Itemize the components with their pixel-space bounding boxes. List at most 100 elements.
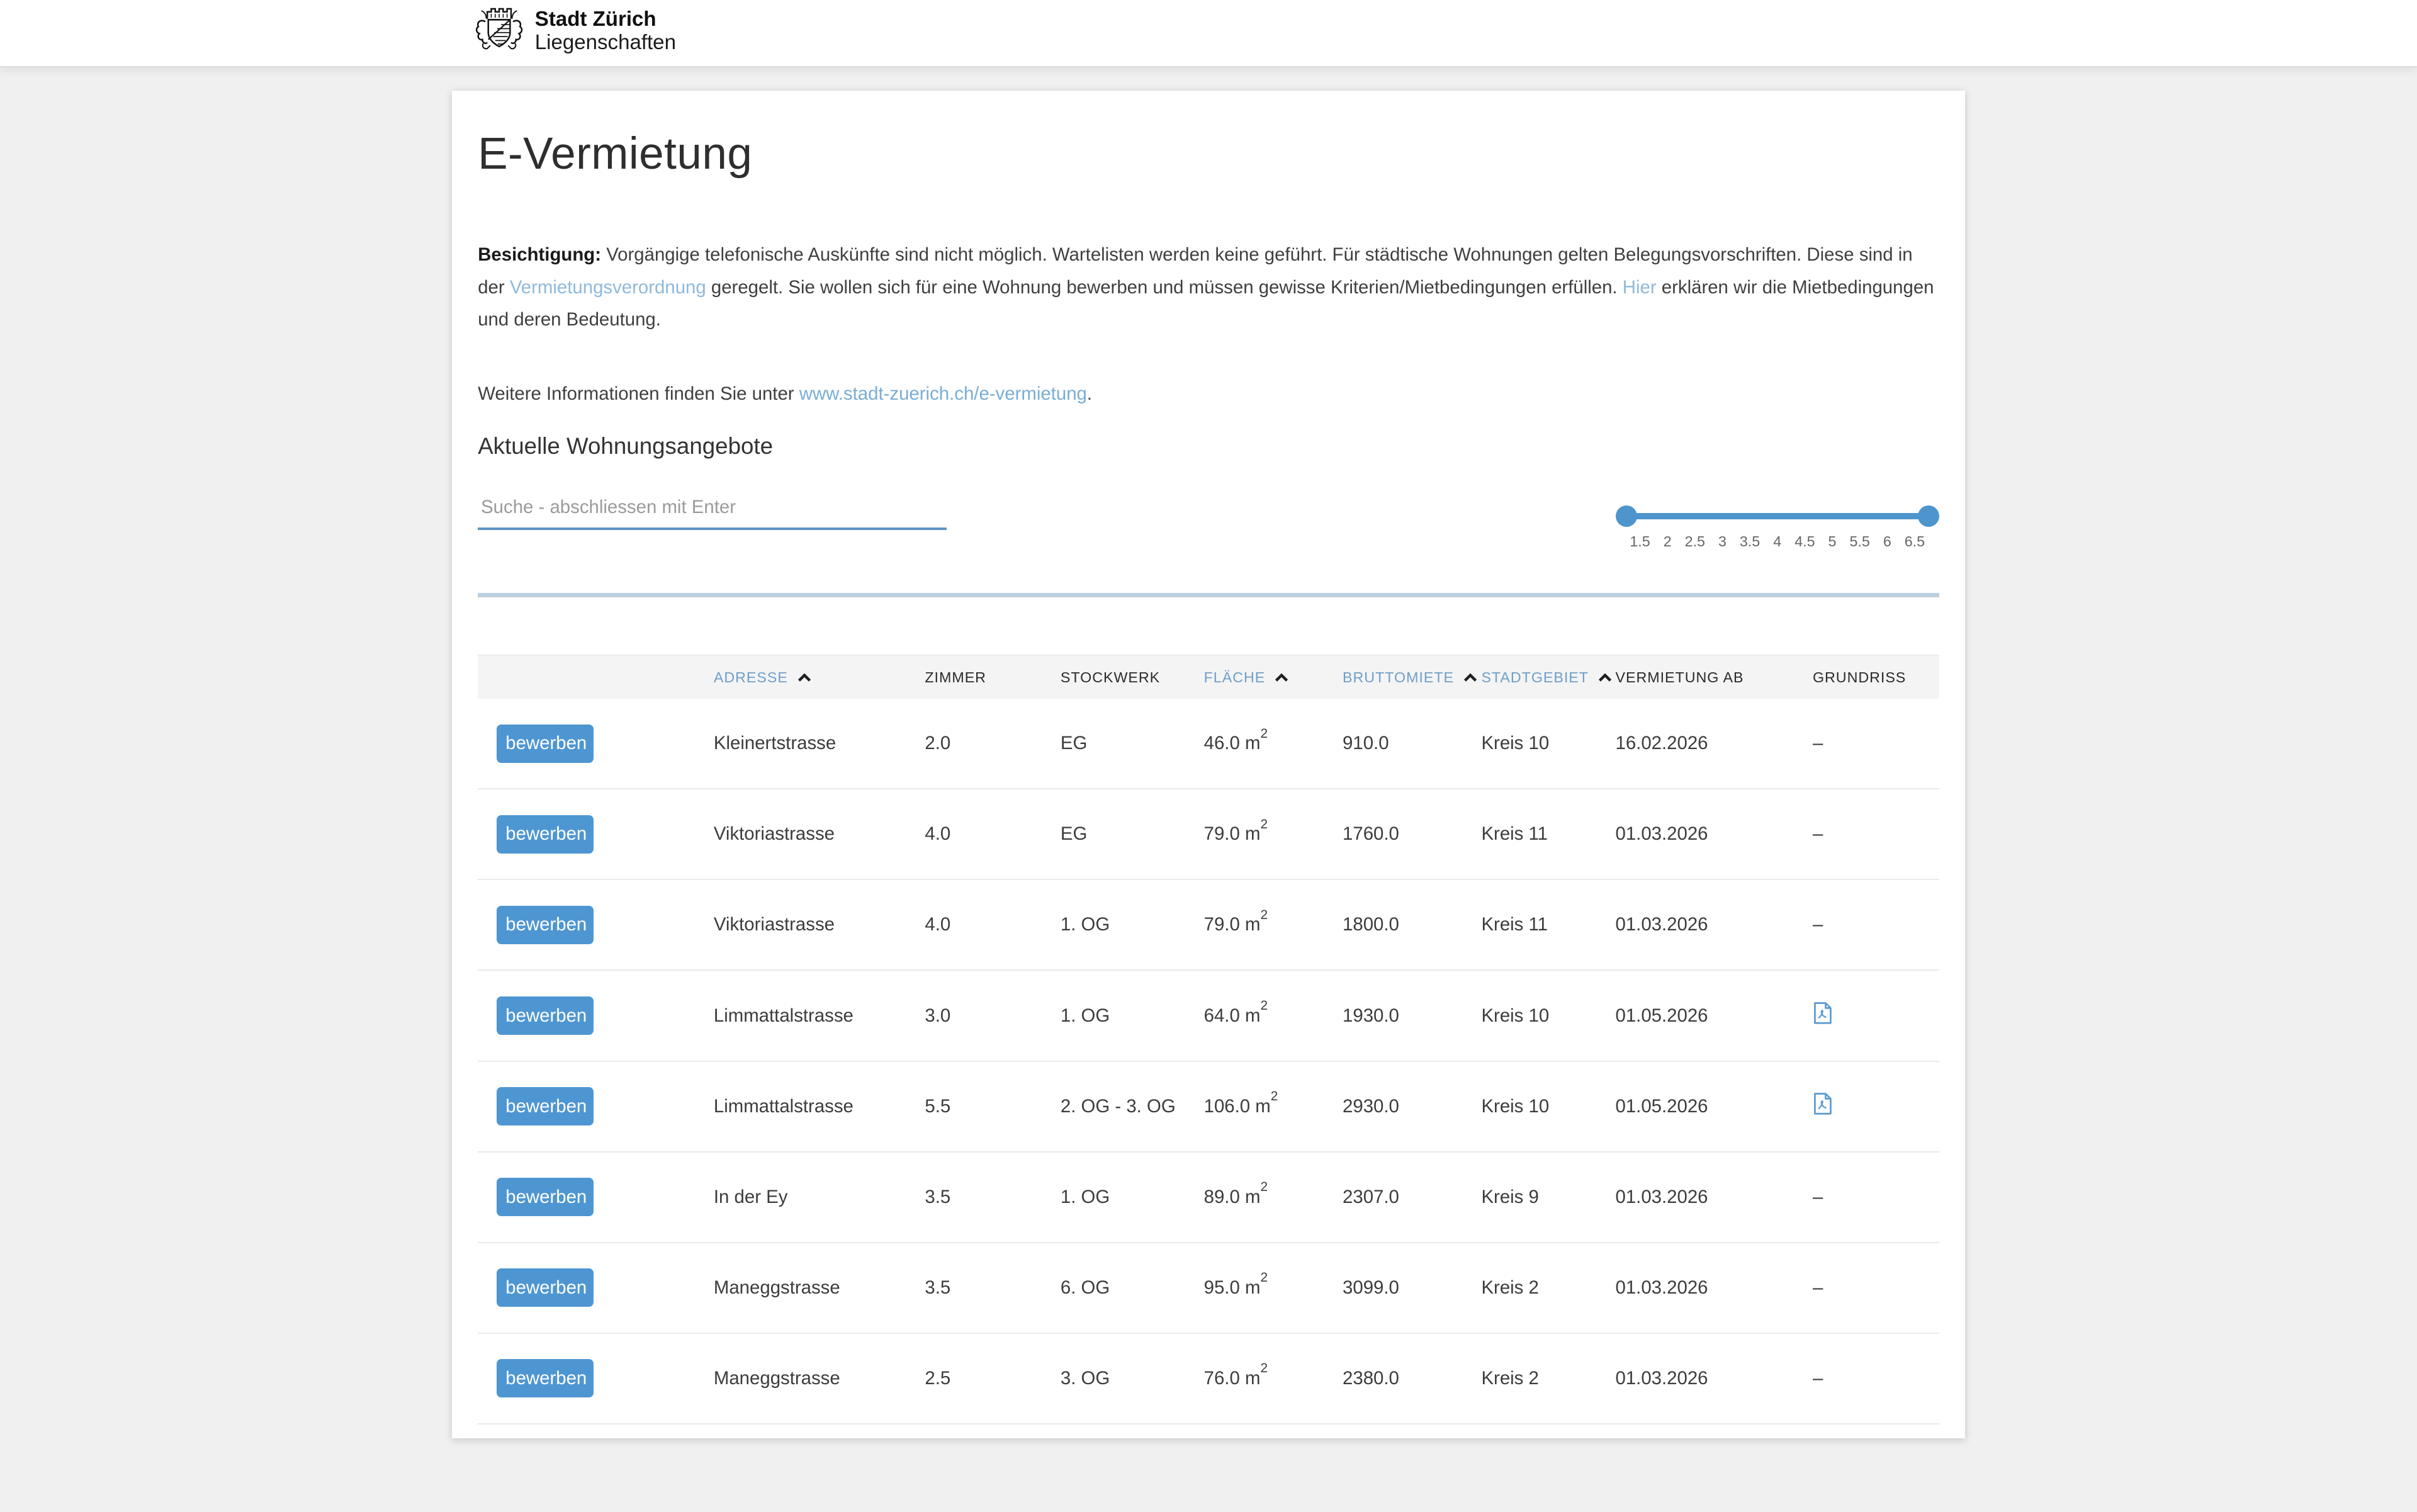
- no-floorplan-dash: –: [1812, 1367, 1823, 1389]
- more-info-suffix: .: [1086, 383, 1093, 404]
- table-row: bewerben Kleinertstrasse 2.0 EG 46.0 m2 910.0…: [478, 699, 1939, 790]
- brand-title: Stadt Zürich: [534, 8, 656, 31]
- cell-zimmer: 3.0: [925, 1005, 951, 1026]
- no-floorplan-dash: –: [1812, 1277, 1823, 1298]
- cell-stockwerk: 1. OG: [1060, 1186, 1110, 1207]
- cell-zimmer: 4.0: [925, 823, 951, 845]
- listings-table: ADRESSE ZIMMER STOCKWERK FLÄCHE BRUTTOMIETE S…: [478, 654, 1939, 1425]
- bewerben-button[interactable]: bewerben: [496, 1359, 594, 1398]
- bewerben-button[interactable]: bewerben: [496, 996, 594, 1035]
- cell-zimmer: 3.5: [925, 1277, 951, 1298]
- stadt-zuerich-logo: [476, 8, 523, 50]
- slider-tick-label: 5.5: [1849, 533, 1870, 550]
- vermietungsverordnung-link[interactable]: Vermietungsverordnung: [510, 277, 706, 298]
- brand-text: Stadt Zürich Liegenschaften: [535, 7, 676, 55]
- intro-paragraph: Besichtigung: Vorgängige telefonische Au…: [478, 239, 1939, 336]
- slider-labels: 1.5 2 2.5 3 3.5 4 4.5 5 5.5 6 6.5: [1626, 533, 1929, 550]
- cell-vermietung-ab: 01.05.2026: [1615, 1005, 1708, 1026]
- cell-flaeche: 79.0 m2: [1203, 817, 1268, 845]
- bewerben-button[interactable]: bewerben: [496, 724, 594, 764]
- section-divider: [478, 593, 1939, 598]
- action-cell: bewerben: [478, 1359, 714, 1398]
- column-header-stadt[interactable]: STADTGEBIET: [1481, 669, 1615, 686]
- cell-adresse: Kleinertstrasse: [713, 733, 837, 754]
- cell-flaeche: 79.0 m2: [1203, 908, 1268, 935]
- cell-stadtgebiet: Kreis 2: [1481, 1277, 1539, 1298]
- cell-vermietung-ab: 01.03.2026: [1615, 1367, 1708, 1389]
- cell-zimmer: 2.0: [925, 733, 951, 754]
- action-cell: bewerben: [478, 815, 714, 854]
- action-cell: bewerben: [478, 996, 714, 1035]
- column-header-flaeche[interactable]: FLÄCHE: [1204, 669, 1343, 686]
- column-header-label: VERMIETUNG AB: [1615, 669, 1744, 685]
- cell-grundriss: –: [1808, 1368, 1938, 1389]
- action-cell: bewerben: [478, 724, 714, 764]
- bewerben-button[interactable]: bewerben: [496, 1086, 594, 1126]
- cell-bruttomiete: 2307.0: [1343, 1186, 1399, 1207]
- cell-bruttomiete: 3099.0: [1343, 1277, 1399, 1298]
- cell-stockwerk: 1. OG: [1060, 914, 1110, 935]
- cell-zimmer: 4.0: [925, 914, 951, 935]
- slider-tick-label: 6.5: [1904, 533, 1925, 550]
- pdf-file-icon[interactable]: [1813, 1001, 1833, 1025]
- slider-tick-label: 4: [1773, 533, 1782, 550]
- chevron-up-icon: [1598, 673, 1611, 682]
- filter-controls: 1.5 2 2.5 3 3.5 4 4.5 5 5.5 6 6.5: [478, 478, 1939, 550]
- table-row: bewerben Maneggstrasse 3.5 6. OG 95.0 m2 3099…: [478, 1243, 1939, 1334]
- cell-stockwerk: 2. OG - 3. OG: [1060, 1095, 1176, 1117]
- slider-tick-label: 1.5: [1630, 533, 1650, 550]
- slider-tick-label: 2.5: [1684, 533, 1705, 550]
- intro-text-2: geregelt. Sie wollen sich für eine Wohnu…: [706, 276, 1623, 298]
- slider-handle-max[interactable]: [1917, 505, 1939, 528]
- bewerben-button[interactable]: bewerben: [496, 905, 594, 945]
- bewerben-button[interactable]: bewerben: [496, 1268, 594, 1307]
- cell-stadtgebiet: Kreis 11: [1481, 914, 1548, 935]
- slider-track[interactable]: [1615, 505, 1939, 528]
- bewerben-button[interactable]: bewerben: [496, 1177, 594, 1217]
- cell-stockwerk: EG: [1060, 823, 1088, 845]
- column-header-stockwerk: STOCKWERK: [1061, 669, 1204, 686]
- cell-vermietung-ab: 01.03.2026: [1615, 1277, 1708, 1298]
- rooms-range-slider: 1.5 2 2.5 3 3.5 4 4.5 5 5.5 6 6.5: [1615, 499, 1939, 550]
- column-header-vermiet: VERMIETUNG AB: [1616, 669, 1808, 686]
- brand: Stadt Zürich Liegenschaften: [471, 4, 676, 57]
- intro-label: Besichtigung:: [478, 244, 602, 266]
- e-vermietung-url-link[interactable]: www.stadt-zuerich.ch/e-vermietung: [799, 383, 1087, 404]
- page: Stadt Zürich Liegenschaften E-Vermietung…: [0, 0, 2417, 1512]
- cell-stadtgebiet: Kreis 10: [1481, 1005, 1550, 1026]
- cell-zimmer: 5.5: [925, 1095, 951, 1117]
- cell-flaeche: 95.0 m2: [1203, 1270, 1268, 1298]
- cell-stadtgebiet: Kreis 2: [1481, 1367, 1539, 1389]
- slider-tick-label: 3: [1718, 533, 1727, 550]
- cell-adresse: Limmattalstrasse: [713, 1095, 854, 1117]
- bewerben-button[interactable]: bewerben: [496, 815, 594, 854]
- search-input[interactable]: [478, 487, 947, 530]
- table-body: bewerben Kleinertstrasse 2.0 EG 46.0 m2 910.0…: [478, 699, 1939, 1425]
- cell-bruttomiete: 910.0: [1343, 733, 1389, 754]
- column-header-brutto[interactable]: BRUTTOMIETE: [1343, 669, 1481, 686]
- main: E-Vermietung Besichtigung: Vorgängige te…: [0, 67, 2417, 1512]
- slider-handle-min[interactable]: [1615, 505, 1637, 528]
- slider-tick-label: 4.5: [1794, 533, 1815, 550]
- cell-stadtgebiet: Kreis 9: [1481, 1186, 1539, 1207]
- cell-grundriss: –: [1808, 733, 1938, 754]
- cell-vermietung-ab: 01.03.2026: [1615, 1186, 1708, 1207]
- cell-adresse: Viktoriastrasse: [713, 823, 835, 845]
- page-title: E-Vermietung: [478, 128, 753, 179]
- cell-stockwerk: 3. OG: [1060, 1367, 1110, 1389]
- column-header-label: GRUNDRISS: [1812, 669, 1907, 685]
- pdf-file-icon[interactable]: [1813, 1092, 1833, 1115]
- cell-bruttomiete: 2930.0: [1343, 1095, 1399, 1117]
- cell-flaeche: 89.0 m2: [1203, 1180, 1268, 1207]
- cell-stockwerk: 1. OG: [1060, 1005, 1110, 1026]
- cell-bruttomiete: 1930.0: [1343, 1005, 1399, 1026]
- no-floorplan-dash: –: [1812, 1186, 1823, 1207]
- hier-link[interactable]: Hier: [1623, 277, 1657, 298]
- cell-grundriss: [1808, 1001, 1938, 1030]
- column-header-adresse[interactable]: ADRESSE: [714, 669, 925, 686]
- content-card: E-Vermietung Besichtigung: Vorgängige te…: [451, 91, 1966, 1438]
- column-header-label: BRUTTOMIETE: [1343, 669, 1455, 685]
- cell-flaeche: 106.0 m2: [1203, 1089, 1278, 1117]
- cell-grundriss: [1808, 1092, 1938, 1120]
- cell-bruttomiete: 2380.0: [1343, 1367, 1399, 1389]
